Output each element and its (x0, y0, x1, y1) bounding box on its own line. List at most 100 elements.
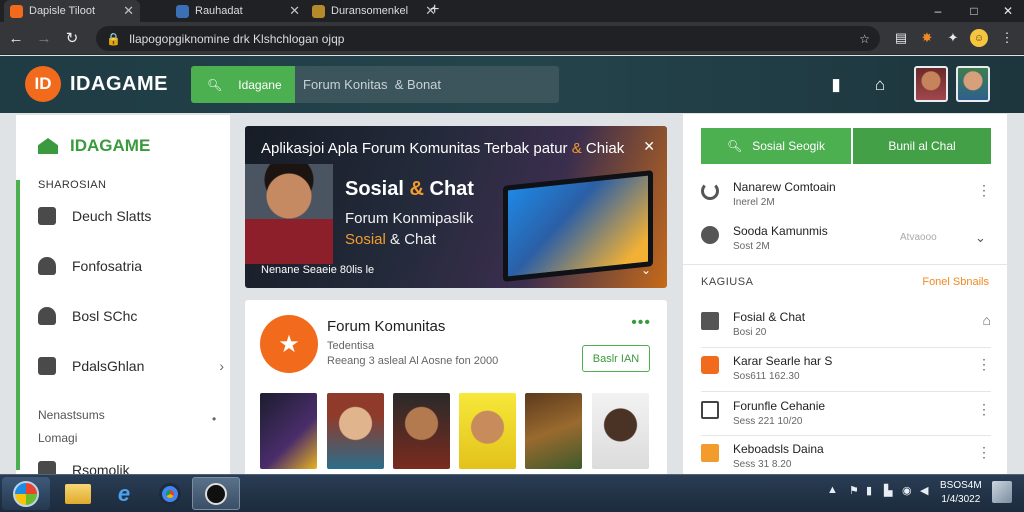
search-icon: 🔍︎ (207, 77, 223, 92)
tab-favicon-icon (10, 4, 23, 18)
user-avatar[interactable] (914, 66, 948, 102)
forum-title[interactable]: Forum Komunitas (327, 318, 445, 335)
list-item[interactable]: Karar Searle har S Sos611 162.30 ⋮ (701, 354, 991, 382)
list-item[interactable]: Sooda Kamunmis Sost 2M (701, 224, 991, 252)
security-icon[interactable]: ◉ (902, 484, 912, 497)
tab-title: Duransomenkel (331, 5, 409, 17)
taskbar-ie[interactable]: e (100, 477, 148, 510)
forum-avatar[interactable]: ★ (260, 315, 318, 373)
game-thumbnail[interactable] (525, 393, 582, 469)
chat-button[interactable]: Bunil al Chal (853, 128, 991, 164)
back-icon[interactable]: ← (6, 28, 26, 48)
sidebar-item-3[interactable]: Bosl SChc (38, 301, 224, 331)
address-bar[interactable]: 🔒 Ilapogopgiknomine drk Klshchlogan ojqp… (96, 26, 880, 51)
right-section-link[interactable]: Fonel Sbnails (922, 276, 989, 288)
show-desktop-button[interactable] (992, 481, 1012, 503)
browser-tab-bar: Dapisle Tiloot ✕ Rauhadat ✕ Duransomenke… (0, 0, 1024, 22)
list-item-title: Keboadsls Daina (733, 442, 824, 456)
home-icon[interactable]: ⌂ (869, 74, 891, 96)
friend-avatar[interactable] (956, 66, 990, 102)
game-thumbnail[interactable] (459, 393, 516, 469)
battery-icon[interactable]: ▮ (866, 484, 872, 497)
search-scope-button[interactable]: 🔍︎ Idagane (191, 66, 295, 103)
bookmark-star-icon[interactable]: ☆ (859, 32, 870, 46)
sidebar-accent-bar (16, 180, 20, 470)
list-item-sub: Inerel 2M (733, 197, 775, 208)
lock-icon: 🔒 (106, 31, 121, 46)
start-button[interactable] (2, 477, 50, 510)
more-options-icon[interactable]: ⋮ (977, 182, 991, 199)
browser-tab-1[interactable]: Dapisle Tiloot ✕ (4, 0, 140, 22)
more-options-icon[interactable]: ••• (631, 314, 651, 332)
sidebar-item-2[interactable]: Fonfosatria (38, 251, 224, 281)
profile-avatar[interactable]: ☺ (970, 29, 988, 47)
chat-icon (38, 357, 56, 375)
list-item-title: Sooda Kamunmis (733, 224, 828, 238)
more-options-icon[interactable]: ⋮ (977, 444, 991, 461)
close-icon[interactable]: ✕ (643, 138, 655, 155)
more-options-icon[interactable]: ⋮ (977, 356, 991, 373)
status-badge: Atvaooo (900, 232, 937, 243)
social-search-button[interactable]: 🔍︎ Sosial Seogik (701, 128, 851, 164)
chevron-down-icon[interactable]: ⌄ (641, 263, 651, 277)
puzzle-icon[interactable]: ✦ (944, 29, 962, 47)
refresh-icon (701, 182, 719, 200)
divider (701, 347, 991, 348)
internet-explorer-icon: e (117, 480, 131, 506)
tab-close-icon[interactable]: ✕ (123, 3, 134, 19)
list-item[interactable]: Fosial & Chat Bosi 20 ⌂ (701, 310, 991, 338)
list-item[interactable]: Keboadsls Daina Sess 31 8.20 ⋮ (701, 442, 991, 470)
site-brand[interactable]: IDAGAME (70, 73, 168, 96)
tray-expand-icon[interactable]: ▲ (827, 484, 838, 496)
notification-icon[interactable]: ▮ (825, 74, 847, 96)
hero-headline: Sosial & Chat (345, 178, 474, 200)
more-options-icon[interactable]: ⋮ (977, 401, 991, 418)
forum-join-button[interactable]: Baslr IAN (582, 345, 650, 372)
tab-title: Dapisle Tiloot (29, 5, 96, 17)
new-tab-icon[interactable]: + (430, 1, 439, 19)
list-item[interactable]: Nanarew Comtoain Inerel 2M ⋮ (701, 180, 991, 208)
home-icon[interactable]: ⌂ (983, 312, 991, 328)
sidebar-brand[interactable]: IDAGAME (38, 136, 150, 156)
reader-icon[interactable]: ▤ (892, 29, 910, 47)
chevron-down-icon[interactable]: ⌄ (975, 230, 986, 246)
maximize-icon[interactable]: □ (956, 0, 992, 22)
minimize-icon[interactable]: – (920, 0, 956, 22)
flag-icon[interactable]: ⚑ (849, 484, 859, 497)
menu-icon[interactable]: ⋮ (998, 29, 1016, 47)
shield-icon (38, 207, 56, 225)
sidebar-item-4[interactable]: PdalsGhlan › (38, 351, 224, 381)
game-thumbnail[interactable] (393, 393, 450, 469)
site-logo-icon[interactable]: ID (25, 66, 61, 102)
game-thumbnail[interactable] (592, 393, 649, 469)
taskbar-explorer[interactable] (54, 477, 102, 510)
user-lock-icon (38, 307, 56, 325)
reload-icon[interactable]: ↻ (62, 28, 82, 48)
browser-tab-2[interactable]: Rauhadat ✕ (170, 0, 306, 22)
forward-icon[interactable]: → (34, 28, 54, 48)
taskbar-chrome[interactable] (146, 477, 194, 510)
divider (701, 391, 991, 392)
tab-close-icon[interactable]: ✕ (289, 3, 300, 19)
app-icon (205, 482, 227, 505)
close-window-icon[interactable]: ✕ (990, 0, 1024, 22)
browser-tab-3[interactable]: Duransomenkel ✕ (306, 0, 442, 22)
list-item-sub: Sess 31 8.20 (733, 459, 792, 470)
search-input[interactable] (295, 66, 559, 103)
address-url: Ilapogopgiknomine drk Klshchlogan ojqp (128, 31, 345, 46)
list-item-title: Fosial & Chat (733, 310, 806, 324)
game-thumbnail[interactable] (260, 393, 317, 469)
list-item-sub: Sos611 162.30 (733, 371, 800, 382)
chrome-icon (159, 482, 181, 505)
hero-banner[interactable]: Aplikasjoi Apla Forum Komunitas Terbak p… (245, 126, 667, 288)
extension-icon[interactable]: ✸ (918, 29, 936, 47)
forum-thumbnails (260, 393, 655, 469)
system-clock[interactable]: BSOS4M 1/4/3022 (940, 479, 982, 507)
network-icon[interactable]: ▙ (884, 484, 892, 497)
sidebar-item-1[interactable]: Deuch Slatts (38, 201, 224, 231)
game-thumbnail[interactable] (327, 393, 384, 469)
sidebar-section2-sub[interactable]: Lomagi (38, 431, 77, 445)
volume-icon[interactable]: ◀ (920, 484, 928, 497)
taskbar-app-active[interactable] (192, 477, 240, 510)
list-item[interactable]: Forunfle Cehanie Sess 221 10/20 ⋮ (701, 399, 991, 427)
